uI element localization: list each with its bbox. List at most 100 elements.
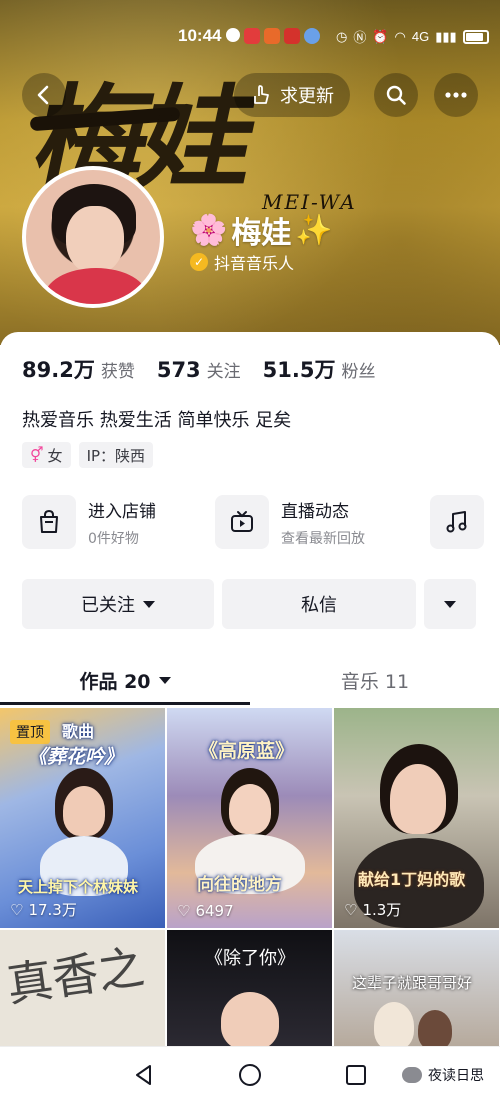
profile-actions: 已关注 私信	[22, 579, 476, 629]
live-entry-subtitle: 查看最新回放	[281, 530, 365, 547]
video-caption-bottom: 向往的地方	[197, 875, 282, 895]
shop-entry[interactable]: 进入店铺 0件好物	[22, 495, 156, 549]
app-notif-icon	[304, 28, 320, 44]
video-card[interactable]: 真香之	[0, 930, 165, 1050]
search-button[interactable]	[374, 73, 418, 117]
back-button[interactable]	[22, 73, 66, 117]
stat-following[interactable]: 573 关注	[157, 357, 241, 382]
tab-works[interactable]: 作品 20	[0, 654, 250, 706]
gender-label: 女	[47, 446, 63, 465]
avatar[interactable]	[22, 166, 164, 308]
music-note-icon	[430, 495, 484, 549]
nfc-icon: ◷	[336, 28, 348, 44]
shop-entry-subtitle: 0件好物	[88, 530, 139, 547]
tab-music-label: 音乐 11	[340, 670, 410, 693]
stat-label: 关注	[206, 362, 241, 382]
wifi-icon: ◠	[394, 28, 406, 44]
stat-value: 51.5万	[262, 358, 336, 382]
video-caption-title: 这辈子就跟哥哥好	[352, 974, 473, 992]
app-notif-icon	[284, 28, 300, 44]
video-thumbnail-figure	[418, 1010, 452, 1050]
verification-label: 抖音音乐人	[214, 254, 295, 273]
ip-label: IP：陕西	[86, 446, 146, 465]
app-notif-icon	[264, 28, 280, 44]
video-card[interactable]: 《除了你》	[167, 930, 332, 1050]
gender-tag: ⚥ 女	[22, 442, 71, 468]
notification-icons	[226, 28, 320, 44]
stat-label: 粉丝	[341, 362, 376, 382]
system-navigation-bar: 夜读日思	[0, 1046, 500, 1100]
message-label: 私信	[301, 595, 337, 616]
pinned-badge: 置顶	[10, 720, 50, 744]
video-likes-count: 1.3万	[362, 901, 402, 919]
video-likes: ♡ 1.3万	[344, 899, 401, 920]
tab-works-label: 作品 20	[79, 670, 151, 693]
request-update-button[interactable]: 求更新	[234, 73, 350, 117]
music-entry[interactable]	[430, 495, 484, 549]
heart-icon: ♡	[10, 900, 24, 919]
heart-icon: ♡	[177, 902, 191, 920]
stat-value: 573	[156, 358, 201, 382]
stat-likes[interactable]: 89.2万 获赞	[22, 354, 135, 384]
nav-back-icon[interactable]	[132, 1063, 156, 1087]
calligraphy-thumbnail: 真香之	[3, 939, 148, 1013]
video-thumbnail-figure	[229, 784, 271, 834]
ip-location-tag: IP：陕西	[78, 442, 154, 468]
live-tv-icon	[215, 495, 269, 549]
stat-value: 89.2万	[22, 358, 95, 382]
heart-icon: ♡	[344, 900, 358, 919]
stat-label: 获赞	[100, 362, 135, 382]
video-caption-bottom: 天上掉下个林妹妹	[18, 878, 139, 896]
video-caption-title: 《葬花吟》	[28, 746, 124, 768]
video-caption-title: 《除了你》	[205, 948, 295, 969]
video-thumbnail-figure	[374, 1002, 414, 1050]
network-type: 4G	[411, 29, 430, 44]
profile-bio: 热爱音乐 热爱生活 简单快乐 足矣	[22, 410, 292, 431]
shop-bag-icon	[22, 495, 76, 549]
message-icon	[226, 28, 240, 42]
nav-home-icon[interactable]	[238, 1063, 262, 1087]
caret-down-icon	[143, 600, 155, 608]
watermark-text: 夜读日思	[428, 1068, 484, 1084]
tab-music[interactable]: 音乐 11	[250, 654, 500, 706]
feature-entries: 进入店铺 0件好物 直播动态 查看最新回放	[22, 495, 500, 553]
stat-followers[interactable]: 51.5万 粉丝	[263, 354, 376, 384]
video-thumbnail-figure	[221, 992, 279, 1050]
video-card[interactable]: 《高原蓝》 向往的地方 ♡ 6497	[167, 708, 332, 928]
more-actions-dropdown[interactable]	[424, 579, 476, 629]
request-update-label: 求更新	[280, 86, 334, 107]
live-entry[interactable]: 直播动态 查看最新回放	[215, 495, 365, 549]
signal-icon: ▮▮▮	[435, 28, 457, 44]
message-button[interactable]: 私信	[222, 579, 416, 629]
verification-badge[interactable]: ✓ 抖音音乐人	[190, 250, 294, 274]
app-notif-icon	[244, 28, 260, 44]
video-likes-count: 17.3万	[28, 901, 77, 919]
system-icons: ◷ Ⓝ ⏰ ◠ 4G ▮▮▮	[336, 27, 489, 46]
video-thumbnail-figure	[390, 764, 446, 834]
profile-panel: 89.2万 获赞 573 关注 51.5万 粉丝 热爱音乐 热爱生活 简单快乐 …	[0, 332, 500, 1100]
video-likes: ♡ 17.3万	[10, 899, 77, 920]
verified-check-icon: ✓	[190, 253, 208, 271]
shop-entry-title: 进入店铺	[88, 501, 156, 522]
video-card[interactable]: 献给1丁妈的歌 ♡ 1.3万	[334, 708, 499, 928]
video-card[interactable]: 这辈子就跟哥哥好	[334, 930, 499, 1050]
caret-down-icon	[444, 600, 456, 608]
status-bar: 10:44 ◷ Ⓝ ⏰ ◠ 4G ▮▮▮	[0, 24, 500, 50]
alarm-icon: ⏰	[372, 28, 389, 44]
more-options-button[interactable]	[434, 73, 478, 117]
video-caption-title: 《高原蓝》	[199, 740, 295, 762]
hand-point-icon	[254, 85, 269, 104]
search-icon	[386, 85, 406, 105]
video-caption-top: 歌曲	[62, 722, 95, 741]
status-time: 10:44	[178, 26, 222, 45]
followed-button[interactable]: 已关注	[22, 579, 214, 629]
caret-down-icon	[158, 676, 171, 684]
video-card[interactable]: 置顶 歌曲 《葬花吟》 天上掉下个林妹妹 ♡ 17.3万	[0, 708, 165, 928]
sparkle-emoji: ✨	[295, 212, 333, 248]
profile-name-text: 梅娃	[231, 216, 292, 251]
video-likes-count: 6497	[195, 902, 234, 920]
nav-recents-icon[interactable]	[344, 1063, 368, 1087]
profile-stats: 89.2万 获赞 573 关注 51.5万 粉丝	[22, 354, 376, 384]
watermark: 夜读日思	[402, 1065, 484, 1085]
avatar-face	[66, 206, 124, 274]
